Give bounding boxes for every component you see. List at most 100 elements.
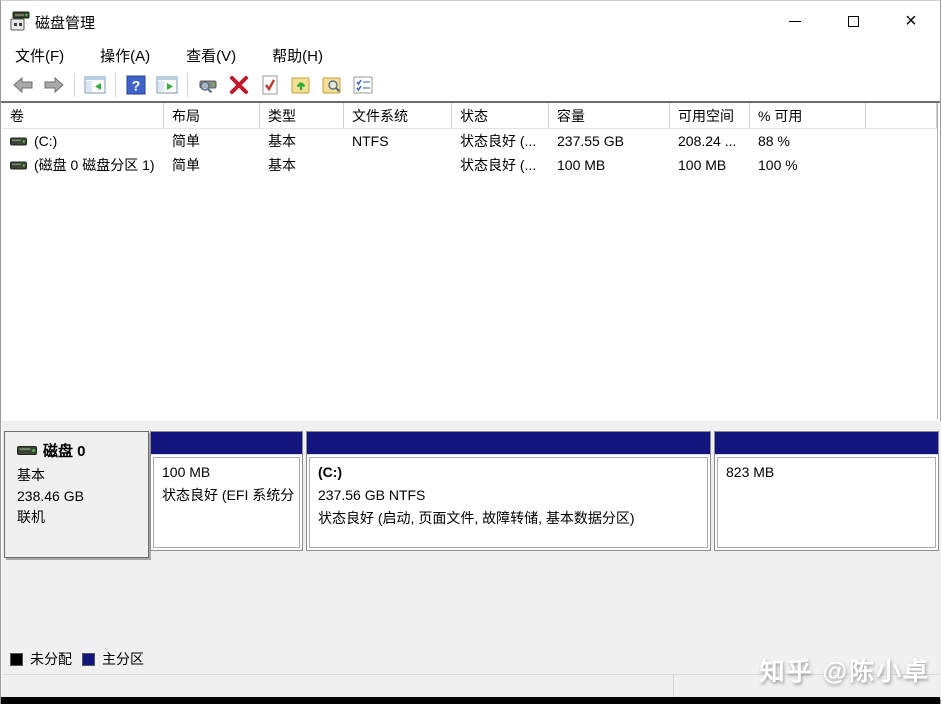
col-type[interactable]: 类型 xyxy=(260,103,344,128)
col-status[interactable]: 状态 xyxy=(452,103,549,128)
partition-efi[interactable]: 100 MB 状态良好 (EFI 系统分 xyxy=(150,431,303,551)
volume-free: 100 MB xyxy=(670,157,750,173)
partition-status: 状态良好 (启动, 页面文件, 故障转储, 基本数据分区) xyxy=(318,507,707,530)
volume-pct-free: 88 % xyxy=(750,133,866,149)
help-button[interactable]: ? xyxy=(122,72,150,98)
volume-status: 状态良好 (... xyxy=(452,155,549,175)
col-capacity[interactable]: 容量 xyxy=(549,103,670,128)
delete-volume-icon xyxy=(228,74,250,96)
volume-name: (磁盘 0 磁盘分区 1) xyxy=(34,155,155,175)
menu-help[interactable]: 帮助(H) xyxy=(272,42,339,69)
legend-unallocated: 未分配 xyxy=(10,649,72,669)
minimize-icon xyxy=(789,21,801,22)
toolbar-separator xyxy=(187,73,188,97)
maximize-button[interactable] xyxy=(824,1,882,41)
back-icon xyxy=(12,74,34,96)
volume-row-partition1[interactable]: (磁盘 0 磁盘分区 1) 简单 基本 状态良好 (... 100 MB 100… xyxy=(2,153,937,177)
check-volume-button[interactable] xyxy=(256,72,284,98)
partition-size: 823 MB xyxy=(726,461,935,484)
volume-layout: 简单 xyxy=(164,131,260,151)
disk-type: 基本 xyxy=(17,465,148,486)
primary-swatch xyxy=(82,653,95,666)
volume-name: (C:) xyxy=(34,133,57,149)
partition-name: (C:) xyxy=(318,461,707,484)
volume-icon xyxy=(10,160,27,171)
show-hide-icon xyxy=(156,74,178,96)
properties-icon xyxy=(352,74,374,96)
forward-icon xyxy=(43,74,65,96)
bottom-edge xyxy=(1,697,940,704)
unallocated-swatch xyxy=(10,653,23,666)
volume-fs: NTFS xyxy=(344,133,452,149)
menu-file[interactable]: 文件(F) xyxy=(15,42,80,69)
col-pct-free[interactable]: % 可用 xyxy=(750,103,866,128)
volume-list: 卷 布局 类型 文件系统 状态 容量 可用空间 % 可用 (C:) 简单 基本 … xyxy=(2,103,938,419)
help-icon: ? xyxy=(125,74,147,96)
explore-folder-button[interactable] xyxy=(318,72,346,98)
volume-layout: 简单 xyxy=(164,155,260,175)
console-tree-icon xyxy=(84,74,106,96)
menu-action[interactable]: 操作(A) xyxy=(100,42,166,69)
svg-text:?: ? xyxy=(132,78,141,94)
legend-primary: 主分区 xyxy=(82,649,144,669)
properties-button[interactable] xyxy=(349,72,377,98)
col-empty xyxy=(866,103,937,128)
menu-view[interactable]: 查看(V) xyxy=(186,42,252,69)
volume-type: 基本 xyxy=(260,155,344,175)
title-bar: 磁盘管理 × xyxy=(1,1,940,41)
forward-button[interactable] xyxy=(40,72,68,98)
volume-icon xyxy=(10,136,27,147)
check-volume-icon xyxy=(259,74,281,96)
toolbar-separator xyxy=(74,73,75,97)
legend: 未分配 主分区 xyxy=(10,649,144,669)
partition-color-bar xyxy=(307,432,710,455)
volume-capacity: 237.55 GB xyxy=(549,133,670,149)
volume-type: 基本 xyxy=(260,131,344,151)
maximize-icon xyxy=(848,16,859,27)
close-icon: × xyxy=(905,11,917,31)
partition-size: 237.56 GB NTFS xyxy=(318,484,707,507)
explore-folder-icon xyxy=(321,74,343,96)
rescan-disks-button[interactable] xyxy=(194,72,222,98)
volume-pct-free: 100 % xyxy=(750,157,866,173)
back-button[interactable] xyxy=(9,72,37,98)
watermark: 知乎 @陈小卓 xyxy=(760,652,930,688)
col-volume[interactable]: 卷 xyxy=(2,103,164,128)
disk-status: 联机 xyxy=(17,507,148,528)
partition-color-bar xyxy=(715,432,938,455)
disk-size: 238.46 GB xyxy=(17,486,148,507)
col-layout[interactable]: 布局 xyxy=(164,103,260,128)
partition-status: 状态良好 (EFI 系统分 xyxy=(162,484,299,507)
show-hide-button[interactable] xyxy=(153,72,181,98)
delete-volume-button[interactable] xyxy=(225,72,253,98)
disk-name: 磁盘 0 xyxy=(43,440,86,461)
volume-row-c[interactable]: (C:) 简单 基本 NTFS 状态良好 (... 237.55 GB 208.… xyxy=(2,129,937,153)
partition-recovery[interactable]: 823 MB xyxy=(714,431,939,551)
open-folder-icon xyxy=(290,74,312,96)
minimize-button[interactable] xyxy=(766,1,824,41)
volume-list-header: 卷 布局 类型 文件系统 状态 容量 可用空间 % 可用 xyxy=(2,103,937,129)
partition-c[interactable]: (C:) 237.56 GB NTFS 状态良好 (启动, 页面文件, 故障转储… xyxy=(306,431,711,551)
disk-management-app-icon xyxy=(9,10,31,32)
close-button[interactable]: × xyxy=(882,1,940,41)
legend-primary-label: 主分区 xyxy=(102,649,144,669)
rescan-disks-icon xyxy=(197,74,219,96)
disk-icon xyxy=(17,444,37,457)
toolbar: ? xyxy=(1,69,940,101)
partition-size: 100 MB xyxy=(162,461,299,484)
volume-capacity: 100 MB xyxy=(549,157,670,173)
window-title: 磁盘管理 xyxy=(35,12,95,33)
status-bar-divider xyxy=(673,675,674,699)
open-folder-button[interactable] xyxy=(287,72,315,98)
col-filesystem[interactable]: 文件系统 xyxy=(344,103,452,128)
console-tree-button[interactable] xyxy=(81,72,109,98)
disk-management-window: 磁盘管理 × 文件(F) 操作(A) 查看(V) 帮助(H) xyxy=(0,0,941,704)
menu-bar: 文件(F) 操作(A) 查看(V) 帮助(H) xyxy=(1,41,940,69)
toolbar-separator xyxy=(115,73,116,97)
disk0-info-panel[interactable]: 磁盘 0 基本 238.46 GB 联机 xyxy=(4,431,149,558)
legend-unallocated-label: 未分配 xyxy=(30,649,72,669)
col-free-space[interactable]: 可用空间 xyxy=(670,103,750,128)
partition-color-bar xyxy=(151,432,302,455)
volume-status: 状态良好 (... xyxy=(452,131,549,151)
volume-free: 208.24 ... xyxy=(670,133,750,149)
